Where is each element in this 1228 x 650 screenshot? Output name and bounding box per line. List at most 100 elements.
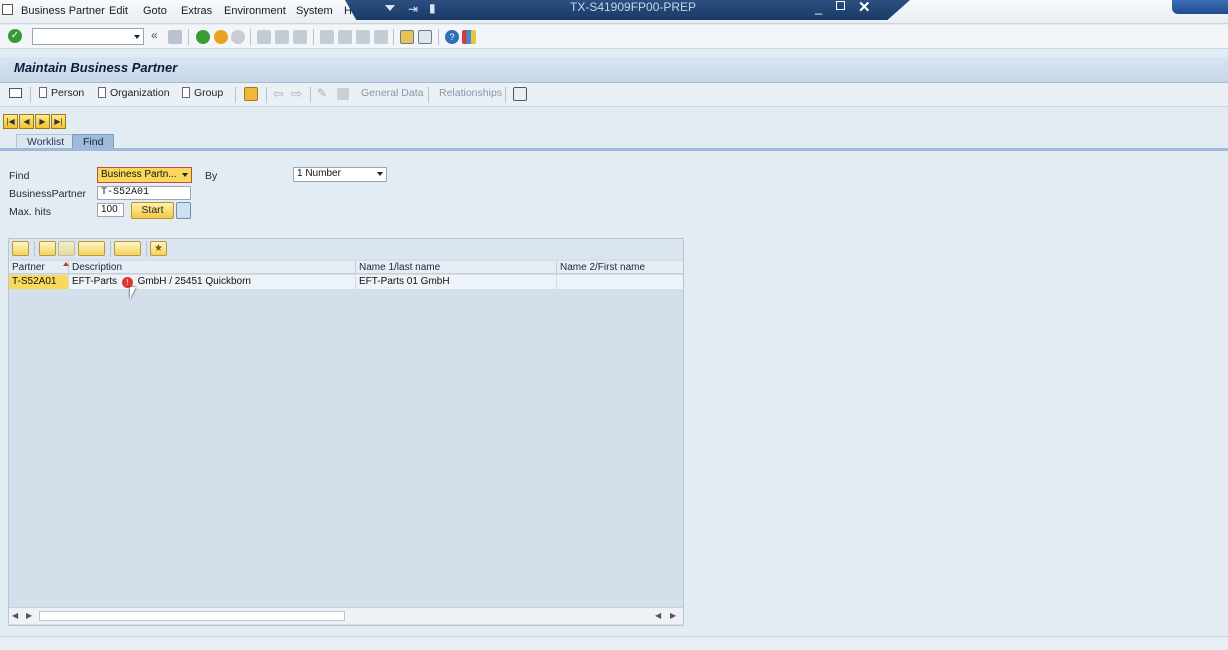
layout-icon[interactable]: [114, 241, 141, 256]
exit-icon[interactable]: [214, 30, 228, 44]
toolbar-divider: [393, 29, 394, 45]
cell-name1[interactable]: EFT-Parts 01 GmbH: [356, 275, 557, 289]
signal-icon: ▮: [429, 1, 436, 15]
menu-environment[interactable]: Environment: [224, 5, 286, 17]
toolbar-divider: [34, 241, 35, 257]
previous-arrow-icon[interactable]: ⇦: [273, 86, 284, 102]
find-binoculars-icon[interactable]: [39, 241, 56, 256]
column-header-partner[interactable]: Partner: [9, 261, 69, 274]
find-label: Find: [9, 170, 30, 182]
toolbar-divider: [146, 241, 147, 257]
dropdown-arrow-icon[interactable]: [385, 5, 395, 11]
find-next-icon[interactable]: [293, 30, 307, 44]
menu-system[interactable]: System: [296, 5, 333, 17]
pin-icon[interactable]: ⇥: [408, 2, 418, 16]
document-icon: [182, 87, 190, 98]
switch-display-icon[interactable]: [337, 88, 349, 100]
chevron-down-icon: [134, 35, 140, 39]
start-button[interactable]: Start: [131, 202, 174, 219]
previous-page-icon[interactable]: [338, 30, 352, 44]
search-by-dropdown[interactable]: 1 Number: [293, 167, 387, 182]
shortcut-icon[interactable]: [418, 30, 432, 44]
first-entry-button[interactable]: |◀: [3, 114, 18, 129]
max-hits-input[interactable]: 100: [97, 203, 124, 217]
minimize-icon[interactable]: _: [815, 0, 822, 15]
enter-check-icon[interactable]: ✓: [8, 29, 22, 43]
menu-extras[interactable]: Extras: [181, 5, 212, 17]
new-session-icon[interactable]: [400, 30, 414, 44]
filter-icon[interactable]: [78, 241, 105, 256]
details-icon[interactable]: [12, 241, 29, 256]
column-header-description[interactable]: Description: [69, 261, 356, 274]
cell-name2[interactable]: [557, 275, 683, 289]
restore-icon[interactable]: [836, 1, 845, 10]
command-field[interactable]: [32, 28, 144, 45]
toolbar-divider: [188, 29, 189, 45]
result-grid: ★ Partner Description Name 1/last name N…: [8, 238, 684, 626]
collapse-icon[interactable]: «: [151, 28, 158, 42]
window-title-bar: ⇥ ▮ TX-S41909FP00-PREP _ ✕: [345, 0, 910, 20]
table-row[interactable]: T-S52A01 EFT-Parts ! GmbH / 25451 Quickb…: [9, 275, 683, 289]
toolbar-divider: [110, 241, 111, 257]
document-icon: [98, 87, 106, 98]
tab-worklist[interactable]: Worklist: [16, 134, 76, 149]
find-next-binoculars-icon[interactable]: [58, 241, 75, 256]
general-data-button[interactable]: General Data: [361, 87, 423, 99]
previous-entry-button[interactable]: ◀: [19, 114, 34, 129]
chevron-down-icon: [182, 173, 188, 177]
back-icon[interactable]: [196, 30, 210, 44]
overview-icon[interactable]: [513, 87, 527, 101]
group-button[interactable]: Group: [182, 87, 223, 99]
grid-header: Partner Description Name 1/last name Nam…: [9, 261, 683, 274]
save-icon[interactable]: [168, 30, 182, 44]
print-icon[interactable]: [257, 30, 271, 44]
cell-partner[interactable]: T-S52A01: [9, 275, 69, 289]
menu-business-partner[interactable]: Business Partner: [21, 5, 105, 17]
window-controls-corner[interactable]: [1172, 0, 1228, 14]
open-folder-icon[interactable]: [244, 87, 258, 101]
menu-goto[interactable]: Goto: [143, 5, 167, 17]
find-icon[interactable]: [275, 30, 289, 44]
customize-layout-icon[interactable]: [462, 30, 476, 44]
scroll-right-icon[interactable]: ▶: [26, 611, 32, 620]
scroll-left-icon[interactable]: ◀: [12, 611, 18, 620]
business-partner-input[interactable]: T-S52A01: [97, 186, 191, 200]
menu-edit[interactable]: Edit: [109, 5, 128, 17]
system-menu-icon[interactable]: [2, 4, 13, 15]
help-icon[interactable]: ?: [445, 30, 459, 44]
relationships-button[interactable]: Relationships: [439, 87, 502, 99]
chevron-down-icon: [377, 172, 383, 176]
horizontal-scrollbar[interactable]: ◀ ▶ ◀ ▶: [9, 607, 683, 624]
application-title-bar: Maintain Business Partner: [0, 57, 1228, 83]
next-entry-button[interactable]: ▶: [35, 114, 50, 129]
scroll-right-icon[interactable]: ▶: [670, 611, 676, 620]
scroll-thumb[interactable]: [39, 611, 345, 621]
grid-toolbar: ★: [9, 239, 683, 259]
last-page-icon[interactable]: [374, 30, 388, 44]
page-title: Maintain Business Partner: [14, 60, 178, 75]
scroll-left-icon[interactable]: ◀: [655, 611, 661, 620]
column-header-name2[interactable]: Name 2/First name: [557, 261, 683, 274]
toolbar-divider: [310, 87, 311, 103]
tab-strip-underline: [0, 148, 1228, 151]
search-by-value: 1 Number: [297, 168, 341, 179]
cell-description[interactable]: EFT-Parts ! GmbH / 25451 Quickborn: [69, 275, 356, 289]
tab-find[interactable]: Find: [72, 134, 115, 149]
toggle-locator-icon[interactable]: [9, 88, 22, 98]
toolbar-divider: [438, 29, 439, 45]
favorites-star-icon[interactable]: ★: [150, 241, 167, 256]
find-object-dropdown[interactable]: Business Partn...: [97, 167, 192, 183]
next-page-icon[interactable]: [356, 30, 370, 44]
person-button[interactable]: Person: [39, 87, 84, 99]
close-icon[interactable]: ✕: [858, 0, 871, 16]
document-icon: [39, 87, 47, 98]
delete-trash-icon[interactable]: [176, 202, 191, 219]
first-page-icon[interactable]: [320, 30, 334, 44]
organization-button[interactable]: Organization: [98, 87, 170, 99]
person-button-label: Person: [51, 87, 85, 99]
edit-pencil-icon[interactable]: ✎: [317, 86, 327, 100]
last-entry-button[interactable]: ▶|: [51, 114, 66, 129]
next-arrow-icon[interactable]: ⇨: [291, 86, 302, 102]
cancel-icon[interactable]: [231, 30, 245, 44]
column-header-name1[interactable]: Name 1/last name: [356, 261, 557, 274]
